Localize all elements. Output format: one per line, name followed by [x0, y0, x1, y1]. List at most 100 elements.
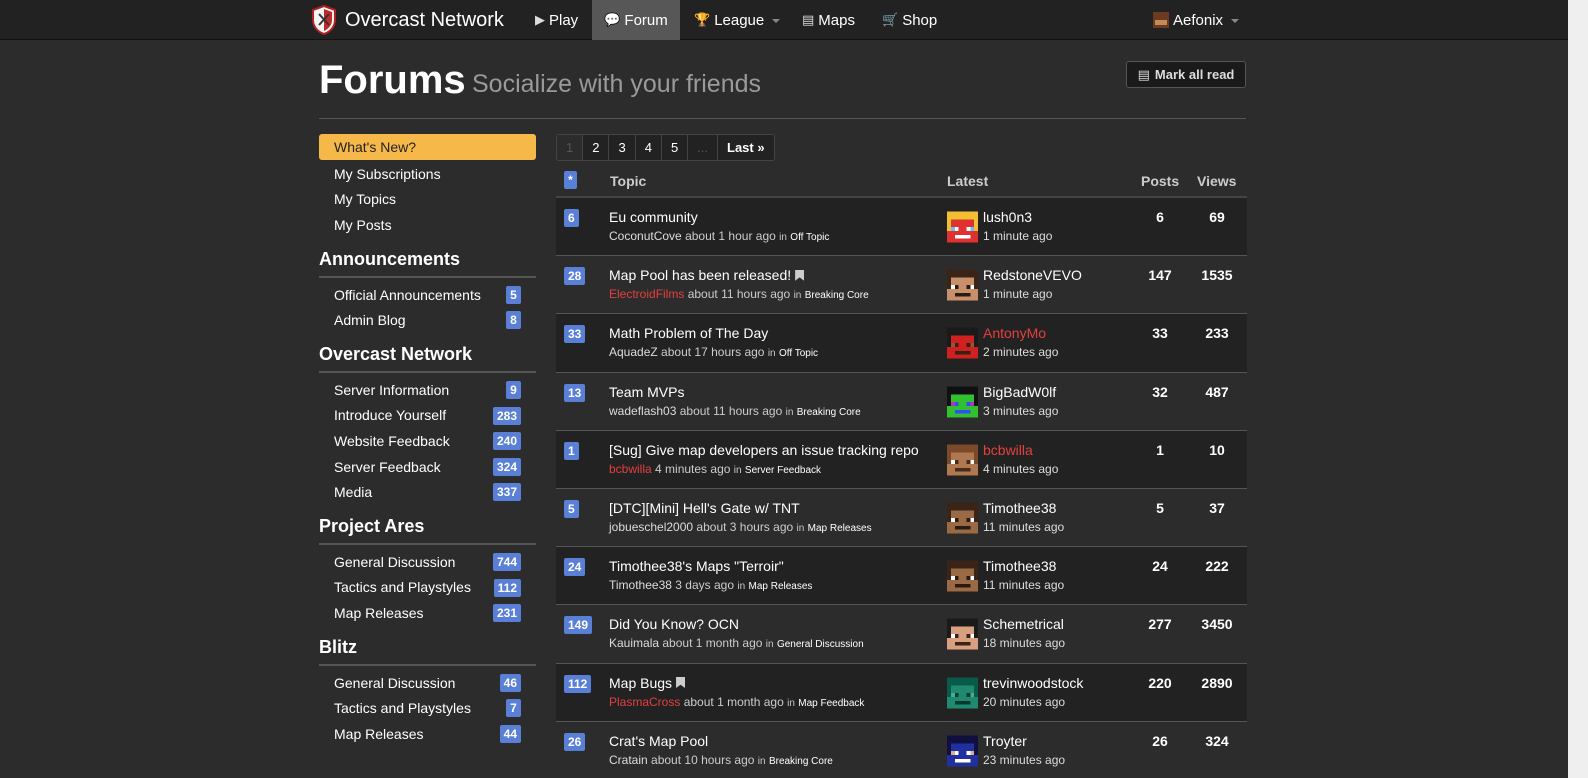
view-count: 487 — [1205, 383, 1229, 400]
topic-title-link[interactable]: Map Bugs — [609, 675, 686, 691]
reply-count-badge[interactable]: 24 — [564, 558, 586, 577]
topic-title-link[interactable]: Math Problem of The Day — [609, 325, 768, 341]
sidebar-item[interactable]: Map Releases 231 — [319, 600, 536, 626]
player-skin-avatar[interactable] — [947, 211, 978, 243]
user-menu[interactable]: Aefonix — [1153, 0, 1240, 40]
topic-forum-link[interactable]: Breaking Core — [769, 756, 833, 767]
player-skin-avatar[interactable] — [947, 386, 978, 418]
brand-link[interactable]: Overcast Network — [311, 5, 504, 35]
sidebar-item-my-topics[interactable]: My Topics — [319, 187, 536, 213]
latest-user-link[interactable]: Schemetrical — [983, 616, 1064, 632]
topic-title-link[interactable]: Map Pool has been released! — [609, 267, 805, 283]
reply-count-badge[interactable]: 33 — [564, 325, 586, 344]
latest-user-link[interactable]: trevinwoodstock — [983, 675, 1083, 691]
page-3[interactable]: 3 — [609, 135, 636, 160]
topic-author-link[interactable]: Cratain — [609, 753, 648, 767]
latest-user-link[interactable]: Timothee38 — [983, 558, 1056, 574]
player-skin-avatar[interactable] — [947, 327, 978, 359]
player-skin-avatar[interactable] — [947, 444, 978, 476]
topic-forum-link[interactable]: General Discussion — [777, 639, 864, 650]
sidebar-item[interactable]: Website Feedback 240 — [319, 428, 536, 454]
topic-forum-link[interactable]: Map Releases — [808, 523, 872, 534]
latest-user-link[interactable]: lush0n3 — [983, 209, 1032, 225]
topic-author-link[interactable]: AquadeZ — [609, 345, 658, 359]
sidebar-item[interactable]: Tactics and Playstyles 112 — [319, 575, 536, 601]
topic-forum-link[interactable]: Map Feedback — [798, 698, 864, 709]
scrollbar[interactable] — [1568, 0, 1588, 778]
nav-maps[interactable]: ▤ Maps — [802, 0, 855, 40]
reply-count-badge[interactable]: 28 — [564, 267, 586, 286]
topic-author-link[interactable]: Timothee38 — [609, 578, 672, 592]
topic-author-link[interactable]: jobueschel2000 — [609, 520, 693, 534]
post-count: 6 — [1156, 209, 1164, 225]
page-4[interactable]: 4 — [635, 135, 662, 160]
latest-user-link[interactable]: RedstoneVEVO — [983, 267, 1082, 283]
topic-author-link[interactable]: ElectroidFilms — [609, 287, 684, 301]
player-skin-avatar[interactable] — [947, 677, 978, 709]
page-last[interactable]: Last » — [718, 135, 774, 160]
player-skin-avatar[interactable] — [947, 618, 978, 650]
mark-all-read-button[interactable]: ▤ Mark all read — [1126, 61, 1246, 88]
reply-count-badge[interactable]: 1 — [564, 441, 579, 460]
nav-league[interactable]: 🏆 League — [694, 0, 781, 40]
sidebar-item[interactable]: General Discussion 744 — [319, 549, 536, 575]
topic-title-link[interactable]: Crat's Map Pool — [609, 733, 708, 749]
topic-meta: wadeflash03 about 11 hours ago in Breaki… — [609, 404, 861, 418]
topic-title-link[interactable]: [Sug] Give map developers an issue track… — [609, 442, 919, 458]
topic-forum-link[interactable]: Map Releases — [748, 581, 812, 592]
topic-forum-link[interactable]: Server Feedback — [745, 465, 821, 476]
sidebar-item-my-posts[interactable]: My Posts — [319, 212, 536, 238]
sidebar-item[interactable]: General Discussion 46 — [319, 670, 536, 696]
cart-icon: 🛒 — [882, 12, 899, 27]
topic-author-link[interactable]: bcbwilla — [609, 462, 652, 476]
player-skin-avatar[interactable] — [947, 269, 978, 301]
sidebar-item[interactable]: Map Releases 44 — [319, 721, 536, 747]
latest-user-link[interactable]: Timothee38 — [983, 500, 1056, 516]
reply-count-badge[interactable]: 149 — [564, 616, 593, 635]
sidebar-item[interactable]: Tactics and Playstyles 7 — [319, 695, 536, 721]
latest-user-link[interactable]: AntonyMo — [983, 325, 1046, 341]
sidebar-item[interactable]: Server Information 9 — [319, 377, 536, 403]
reply-count-badge[interactable]: 5 — [564, 499, 579, 518]
nav-shop[interactable]: 🛒 Shop — [882, 0, 937, 40]
page-5[interactable]: 5 — [661, 135, 689, 160]
topic-author-link[interactable]: PlasmaCross — [609, 695, 680, 709]
topic-title-link[interactable]: Did You Know? OCN — [609, 616, 739, 632]
topic-author-link[interactable]: Kauimala — [609, 636, 659, 650]
topic-title-link[interactable]: [DTC][Mini] Hell's Gate w/ TNT — [609, 500, 800, 516]
topic-title-link[interactable]: Timothee38's Maps "Terroir" — [609, 558, 784, 574]
nav-forum[interactable]: 💬 Forum — [592, 0, 680, 40]
player-skin-avatar[interactable] — [947, 735, 978, 767]
sidebar-item-my-subscriptions[interactable]: My Subscriptions — [319, 161, 536, 187]
reply-count-badge[interactable]: 6 — [564, 209, 579, 227]
nav-play[interactable]: ▶ Play — [523, 0, 590, 40]
sidebar-item-label: Server Information — [334, 381, 450, 398]
latest-user-link[interactable]: BigBadW0lf — [983, 384, 1056, 400]
unread-star-badge[interactable]: * — [564, 171, 577, 189]
sidebar-item[interactable]: Introduce Yourself 283 — [319, 403, 536, 429]
latest-user-link[interactable]: Troyter — [983, 733, 1027, 749]
sidebar-item[interactable]: Admin Blog 8 — [319, 307, 536, 333]
topic-forum-link[interactable]: Breaking Core — [805, 290, 869, 301]
topic-title-link[interactable]: Eu community — [609, 209, 698, 225]
topic-forum-link[interactable]: Breaking Core — [797, 407, 861, 418]
topic-author-link[interactable]: CoconutCove — [609, 229, 682, 243]
player-skin-avatar[interactable] — [947, 560, 978, 592]
page-2[interactable]: 2 — [583, 135, 610, 160]
post-count: 33 — [1152, 325, 1168, 342]
reply-count-badge[interactable]: 26 — [564, 732, 586, 751]
latest-user-link[interactable]: bcbwilla — [983, 442, 1033, 458]
page-1[interactable]: 1 — [557, 135, 584, 160]
topic-forum-link[interactable]: Off Topic — [779, 348, 818, 359]
topic-author-link[interactable]: wadeflash03 — [609, 404, 676, 418]
player-skin-avatar[interactable] — [947, 502, 978, 534]
reply-count-badge[interactable]: 112 — [564, 674, 592, 693]
topic-forum-link[interactable]: Off Topic — [790, 232, 829, 243]
sidebar-item-whats-new[interactable]: What's New? — [319, 134, 536, 160]
topic-time: about 17 hours ago — [661, 345, 765, 360]
sidebar-item[interactable]: Server Feedback 324 — [319, 454, 536, 480]
reply-count-badge[interactable]: 13 — [564, 383, 586, 402]
sidebar-item[interactable]: Official Announcements 5 — [319, 282, 536, 308]
topic-title-link[interactable]: Team MVPs — [609, 384, 684, 400]
sidebar-item[interactable]: Media 337 — [319, 479, 536, 505]
